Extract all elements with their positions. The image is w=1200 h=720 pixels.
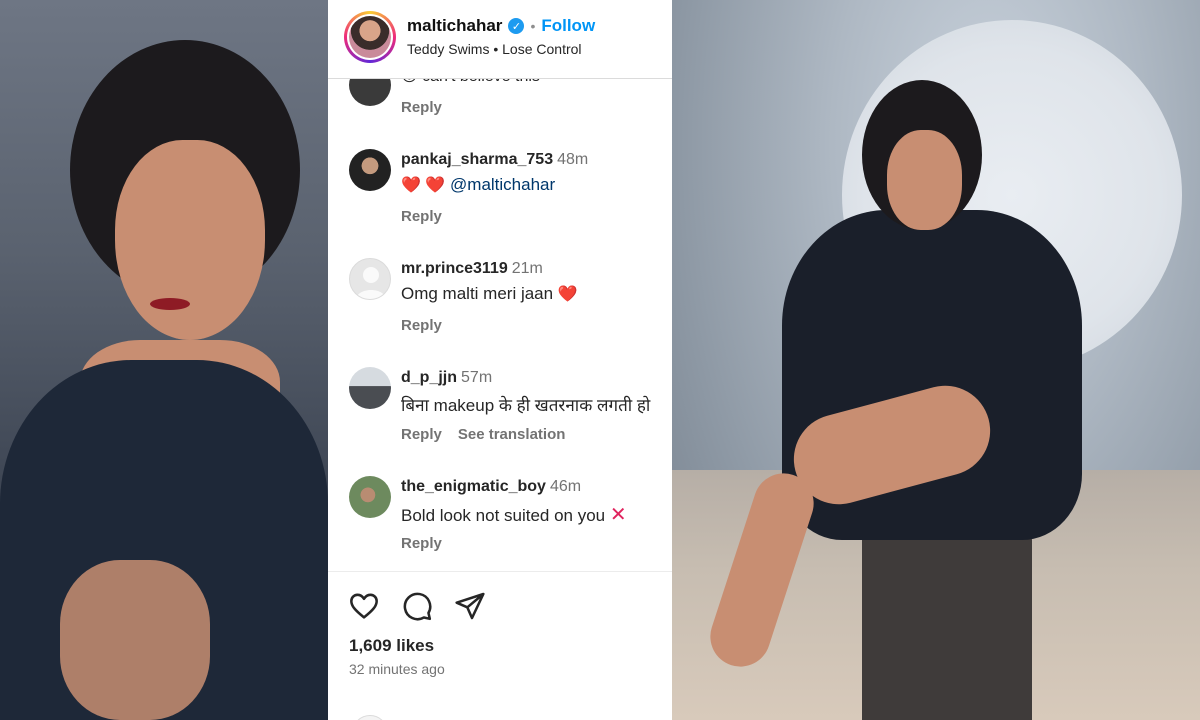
hand-shape <box>60 560 210 720</box>
post-action-bar: 1,609 likes 32 minutes ago <box>328 571 672 720</box>
cross-mark-icon: ✕ <box>609 504 627 526</box>
avatar[interactable] <box>349 258 391 300</box>
lips-shape <box>150 298 190 310</box>
comment-body: Omg malti meri jaan <box>401 284 554 303</box>
face-shape-right <box>887 130 962 230</box>
likes-count[interactable]: 1,609 likes <box>349 636 434 656</box>
comment-username-text[interactable]: the_enigmatic_boy <box>401 478 546 495</box>
comments-panel: maltichahar ✓ • Follow Teddy Swims • Los… <box>328 0 672 720</box>
comment-username[interactable]: pankaj_sharma_753 48m <box>401 151 588 169</box>
see-translation-button[interactable]: See translation <box>458 426 566 443</box>
comment-text: बिना makeup के ही खतरनाक लगती हो <box>401 396 651 415</box>
audio-track[interactable]: Teddy Swims • Lose Control <box>407 41 582 57</box>
comment-time: 21m <box>511 260 543 277</box>
heart-icon[interactable] <box>348 590 380 622</box>
post-header: maltichahar ✓ • Follow Teddy Swims • Los… <box>328 0 672 79</box>
comment-item: pankaj_sharma_753 48m ❤️ ❤️ @maltichahar … <box>328 149 672 259</box>
video-frame-left <box>0 0 328 720</box>
avatar[interactable] <box>349 367 391 409</box>
comment-body: Bold look not suited on you <box>401 506 606 525</box>
video-frame-right <box>672 0 1200 720</box>
send-icon[interactable] <box>454 590 486 622</box>
comment-item: mr.prince3119 21m Omg malti meri jaan ❤️ … <box>328 258 672 368</box>
comment-username-text[interactable]: d_p_jjn <box>401 369 457 386</box>
reply-button[interactable]: Reply <box>401 317 442 334</box>
comment-username[interactable]: the_enigmatic_boy 46m <box>401 478 581 496</box>
comment-text: ❤️ ❤️ @maltichahar <box>401 175 555 195</box>
comment-actions: Reply <box>401 317 442 334</box>
comment-actions: Reply <box>401 535 442 552</box>
reply-button[interactable]: Reply <box>401 426 442 443</box>
face-shape <box>115 140 265 340</box>
comment-username[interactable]: mr.prince3119 21m <box>401 260 543 278</box>
story-ring[interactable] <box>344 11 396 63</box>
default-avatar-icon <box>356 267 386 299</box>
action-icons <box>348 590 486 622</box>
avatar-frame <box>347 14 393 60</box>
reply-button[interactable]: Reply <box>401 535 442 552</box>
reply-button[interactable]: Reply <box>401 208 442 225</box>
stool-shape <box>862 520 1032 720</box>
comment-time: 57m <box>461 369 493 386</box>
user-line: maltichahar ✓ • Follow <box>407 16 595 36</box>
comment-item: the_enigmatic_boy 46m Bold look not suite… <box>328 476 672 586</box>
comment-item: d_p_jjn 57m बिना makeup के ही खतरनाक लगती… <box>328 367 672 477</box>
post-timestamp: 32 minutes ago <box>349 661 445 677</box>
comment-username-text[interactable]: mr.prince3119 <box>401 260 508 277</box>
avatar <box>352 715 388 720</box>
comment-username-text[interactable]: pankaj_sharma_753 <box>401 151 553 168</box>
comment-text: Omg malti meri jaan ❤️ <box>401 284 578 304</box>
comment-username[interactable]: d_p_jjn 57m <box>401 369 492 387</box>
heart-emoji-icon: ❤️ <box>557 286 578 303</box>
comment-time: 46m <box>549 478 582 495</box>
reply-button[interactable]: Reply <box>401 99 442 116</box>
follow-button[interactable]: Follow <box>541 16 595 36</box>
mention-link[interactable]: @maltichahar <box>450 175 555 194</box>
comment-text: Bold look not suited on you ✕ <box>401 502 627 527</box>
avatar[interactable] <box>349 149 391 191</box>
avatar[interactable] <box>349 476 391 518</box>
verified-badge-icon: ✓ <box>508 18 525 34</box>
comment-actions: Reply <box>401 208 442 225</box>
comment-time: 48m <box>557 151 589 168</box>
comment-actions: Reply See translation <box>401 426 565 443</box>
separator-dot: • <box>530 18 536 34</box>
username[interactable]: maltichahar <box>407 16 502 36</box>
avatar <box>349 16 391 58</box>
heart-emoji-icon: ❤️ ❤️ <box>401 177 446 194</box>
comment-icon[interactable] <box>401 590 433 622</box>
